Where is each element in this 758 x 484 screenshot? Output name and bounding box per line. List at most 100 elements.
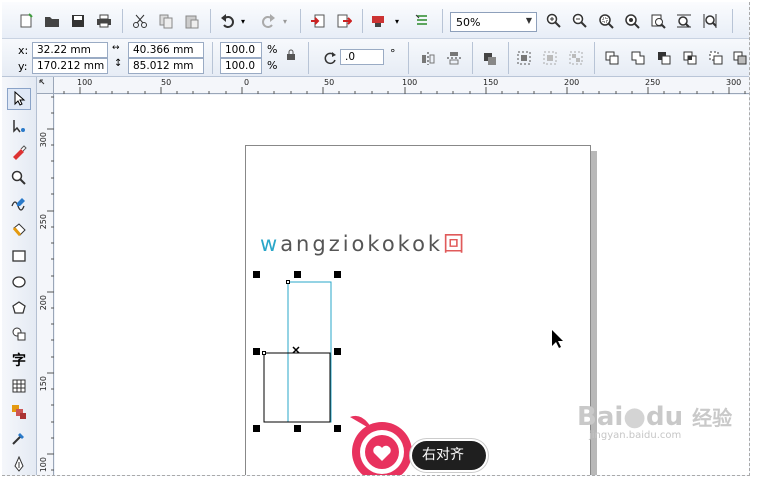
ruler-label: 100 bbox=[77, 78, 93, 87]
mirror-vertical-icon[interactable] bbox=[444, 48, 464, 68]
pick-tool-icon[interactable] bbox=[7, 88, 31, 110]
polygon-tool-icon[interactable] bbox=[7, 297, 31, 319]
import-icon[interactable] bbox=[308, 11, 328, 31]
new-icon[interactable] bbox=[16, 11, 36, 31]
weld-icon[interactable] bbox=[628, 48, 648, 68]
ruler-label: 300 bbox=[726, 78, 742, 87]
mirror-horizontal-icon[interactable] bbox=[418, 48, 438, 68]
selection-handle[interactable] bbox=[253, 271, 260, 278]
lock-ratio-icon[interactable] bbox=[284, 45, 298, 65]
export-icon[interactable] bbox=[334, 11, 354, 31]
combine-icon[interactable] bbox=[602, 48, 622, 68]
ruler-label: 200 bbox=[39, 295, 48, 311]
selection-handle[interactable] bbox=[334, 425, 341, 432]
basic-shapes-icon[interactable] bbox=[7, 323, 31, 345]
logo-part-w: w bbox=[260, 232, 281, 256]
ruler-origin-icon[interactable] bbox=[37, 77, 54, 94]
app-window: ▾ ▾ ▾ 50% ▼ x: 32.22 mm y: 170.212 mm ↔ … bbox=[2, 2, 750, 476]
open-icon[interactable] bbox=[42, 11, 62, 31]
ruler-label: 250 bbox=[39, 214, 48, 230]
crop-tool-icon[interactable] bbox=[7, 141, 31, 163]
front-minus-back-icon[interactable] bbox=[730, 48, 749, 68]
copy-icon[interactable] bbox=[156, 11, 176, 31]
height-field[interactable]: 85.012 mm bbox=[128, 58, 204, 74]
scale-x-field[interactable]: 100.0 bbox=[220, 42, 262, 58]
paw-icon: ● bbox=[623, 402, 646, 432]
zoom-out-icon[interactable] bbox=[570, 11, 590, 31]
logo-seal: 回 bbox=[443, 232, 468, 256]
selection-handle[interactable] bbox=[294, 271, 301, 278]
cut-icon[interactable] bbox=[130, 11, 150, 31]
intersect-icon[interactable] bbox=[680, 48, 700, 68]
chevron-down-icon: ▼ bbox=[525, 16, 532, 25]
selection-handle[interactable] bbox=[334, 271, 341, 278]
table-tool-icon[interactable] bbox=[7, 375, 31, 397]
app-launcher-icon[interactable] bbox=[368, 11, 388, 31]
zoom-selected-icon[interactable] bbox=[596, 11, 616, 31]
app-launcher-dropdown-icon[interactable]: ▾ bbox=[392, 11, 402, 31]
zoom-height-icon[interactable] bbox=[700, 11, 720, 31]
smart-fill-icon[interactable] bbox=[7, 219, 31, 241]
ruler-label: 300 bbox=[39, 132, 48, 148]
logo-text[interactable]: wangziokokok回 bbox=[260, 228, 467, 258]
zoom-all-icon[interactable] bbox=[622, 11, 642, 31]
width-icon: ↔ bbox=[112, 43, 120, 53]
standard-toolbar: ▾ ▾ ▾ 50% ▼ bbox=[2, 2, 749, 39]
redo-icon[interactable] bbox=[258, 11, 278, 31]
simplify-icon[interactable] bbox=[706, 48, 726, 68]
property-bar: x: 32.22 mm y: 170.212 mm ↔ 40.366 mm ↕ … bbox=[2, 39, 749, 77]
watermark-brand-du: du bbox=[645, 402, 684, 432]
rotation-field[interactable]: .0 bbox=[340, 49, 384, 65]
print-icon[interactable] bbox=[94, 11, 114, 31]
ellipse-tool-icon[interactable] bbox=[7, 271, 31, 293]
zoom-page-icon[interactable] bbox=[648, 11, 668, 31]
zoom-level-select[interactable]: 50% ▼ bbox=[450, 12, 537, 32]
y-label: y: bbox=[18, 60, 28, 73]
undo-icon[interactable] bbox=[218, 11, 238, 31]
logo-part-angz: angz bbox=[280, 232, 343, 256]
baidu-watermark: Bai●du 经验 jingyan.baidu.com bbox=[577, 402, 732, 441]
redo-dropdown-icon[interactable]: ▾ bbox=[280, 11, 290, 31]
horizontal-ruler[interactable]: 100 50 0 50 100 150 200 250 300 bbox=[37, 77, 749, 94]
selection-handle[interactable] bbox=[294, 425, 301, 432]
ruler-label: 200 bbox=[564, 78, 580, 87]
zoom-tool-icon[interactable] bbox=[7, 167, 31, 189]
text-tool-icon[interactable]: 字 bbox=[7, 349, 31, 371]
ruler-label: 150 bbox=[39, 376, 48, 392]
group-icon[interactable] bbox=[514, 48, 534, 68]
undo-dropdown-icon[interactable]: ▾ bbox=[238, 11, 248, 31]
shape-tool-icon[interactable] bbox=[7, 115, 31, 137]
ruler-label: 100 bbox=[39, 457, 48, 473]
save-icon[interactable] bbox=[68, 11, 88, 31]
paste-icon[interactable] bbox=[182, 11, 202, 31]
zoom-in-icon[interactable] bbox=[544, 11, 564, 31]
rectangle-tool-icon[interactable] bbox=[7, 245, 31, 267]
trim-icon[interactable] bbox=[654, 48, 674, 68]
vertical-ruler[interactable]: 300 250 200 150 100 bbox=[37, 94, 54, 475]
zoom-width-icon[interactable] bbox=[674, 11, 694, 31]
snap-icon[interactable] bbox=[412, 11, 432, 31]
ruler-label: 50 bbox=[324, 78, 335, 87]
eyedropper-tool-icon[interactable] bbox=[7, 427, 31, 449]
selection-handle[interactable] bbox=[253, 348, 260, 355]
selection-handle[interactable] bbox=[334, 348, 341, 355]
y-position-field[interactable]: 170.212 mm bbox=[32, 58, 108, 74]
selection-handle[interactable] bbox=[253, 425, 260, 432]
ruler-label: 150 bbox=[483, 78, 499, 87]
ungroup-all-icon[interactable] bbox=[566, 48, 586, 68]
rotate-icon bbox=[320, 48, 340, 68]
outline-pen-icon[interactable] bbox=[7, 453, 31, 475]
degree-label: ° bbox=[390, 47, 396, 60]
width-field[interactable]: 40.366 mm bbox=[128, 42, 204, 58]
freehand-tool-icon[interactable] bbox=[7, 193, 31, 215]
scale-x-percent: % bbox=[267, 43, 278, 56]
callout-label: 右对齐 bbox=[412, 441, 486, 470]
align-distribute-icon[interactable] bbox=[480, 48, 500, 68]
blend-tool-icon[interactable] bbox=[7, 401, 31, 423]
watermark-cn: 经验 bbox=[692, 406, 733, 430]
x-label: x: bbox=[18, 44, 29, 57]
x-position-field[interactable]: 32.22 mm bbox=[32, 42, 108, 58]
scale-y-field[interactable]: 100.0 bbox=[220, 58, 262, 74]
watermark-brand: Bai bbox=[577, 402, 624, 432]
ungroup-icon[interactable] bbox=[540, 48, 560, 68]
